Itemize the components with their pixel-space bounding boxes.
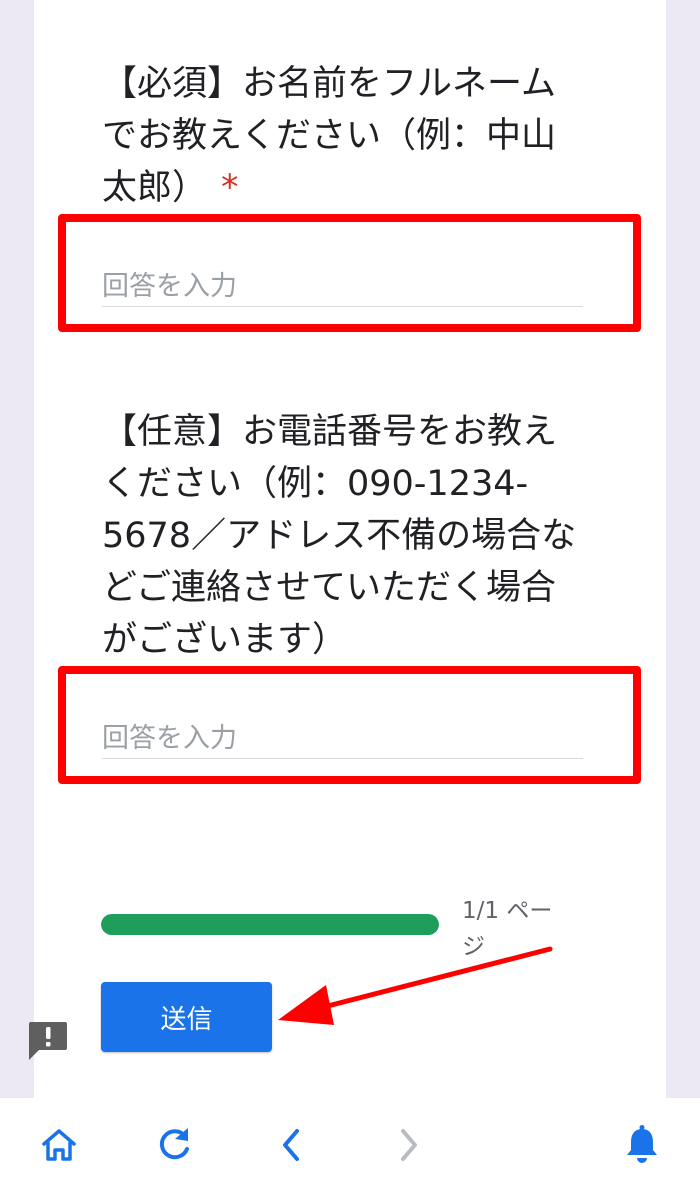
reload-icon[interactable] [152, 1123, 196, 1167]
bottom-navigation-bar [0, 1098, 700, 1193]
back-arrow-icon[interactable] [270, 1123, 314, 1167]
notifications-bell-icon[interactable] [620, 1123, 664, 1167]
question-name-text: 【必須】お名前をフルネームでお教えください（例：中山太郎） [102, 64, 556, 208]
report-problem-icon[interactable] [27, 1020, 69, 1062]
progress-bar-fill [101, 914, 439, 935]
question-phone-title: 【任意】お電話番号をお教えください（例：090-1234-5678／アドレス不備… [102, 412, 577, 660]
progress-bar [101, 914, 439, 935]
question-name-title: 【必須】お名前をフルネームでお教えください（例：中山太郎） * [102, 58, 582, 214]
forward-arrow-icon[interactable] [386, 1123, 430, 1167]
submit-button[interactable]: 送信 [101, 982, 272, 1052]
name-answer-input[interactable] [102, 266, 583, 307]
annotation-arrow-icon [278, 946, 553, 1025]
home-icon[interactable] [37, 1123, 81, 1167]
phone-answer-input[interactable] [102, 718, 583, 759]
required-asterisk: * [221, 168, 239, 208]
